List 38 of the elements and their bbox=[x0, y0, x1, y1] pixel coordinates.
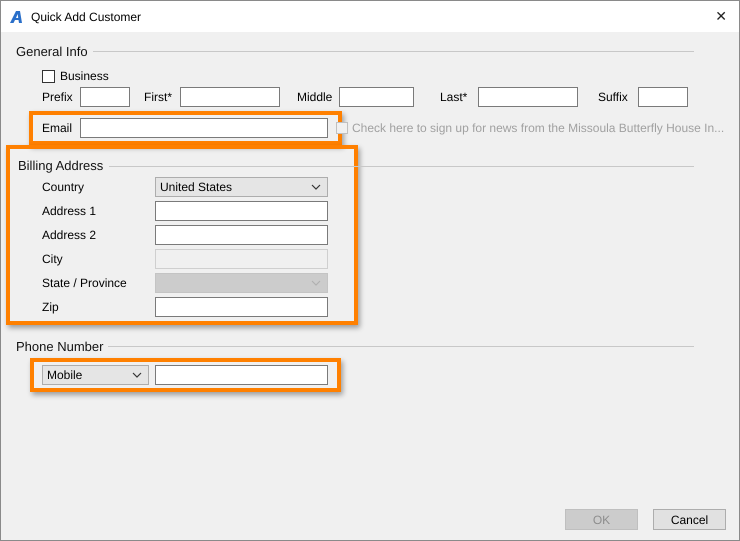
dialog-button[interactable]: Cancel bbox=[653, 509, 726, 530]
input-field[interactable] bbox=[155, 225, 328, 245]
input-field[interactable] bbox=[155, 201, 328, 221]
app-logo-icon bbox=[10, 10, 24, 22]
input-field[interactable] bbox=[478, 87, 578, 107]
checkbox-label: Business bbox=[60, 69, 109, 83]
checkbox-label: Check here to sign up for news from the Missoula Butterfly House In... bbox=[352, 121, 724, 135]
field-label: Suffix bbox=[598, 90, 629, 104]
section-heading: Phone Number bbox=[16, 339, 104, 354]
field-label: State / Province bbox=[42, 276, 128, 290]
field-label: First* bbox=[144, 90, 173, 104]
field-label: Last* bbox=[440, 90, 468, 104]
field-label: Prefix bbox=[42, 90, 74, 104]
input-field[interactable] bbox=[180, 87, 280, 107]
window-title: Quick Add Customer bbox=[31, 10, 142, 24]
field-label: Zip bbox=[42, 300, 60, 314]
field-label: Country bbox=[42, 180, 86, 194]
section-heading: General Info bbox=[16, 44, 88, 59]
dialog-button: OK bbox=[565, 509, 638, 530]
field-label: City bbox=[42, 252, 64, 266]
checkbox[interactable] bbox=[42, 70, 55, 82]
input-field[interactable] bbox=[155, 365, 328, 385]
input-field[interactable] bbox=[80, 87, 130, 107]
input-field[interactable] bbox=[339, 87, 414, 107]
input-field[interactable] bbox=[80, 118, 328, 138]
close-button[interactable]: ✕ bbox=[709, 8, 733, 24]
chevron-icon bbox=[132, 372, 142, 378]
section-heading: Billing Address bbox=[18, 158, 104, 173]
field-label: Address 2 bbox=[42, 228, 98, 242]
dropdown[interactable]: Mobile bbox=[42, 365, 149, 385]
field-label: Email bbox=[42, 121, 74, 135]
field-label: Middle bbox=[297, 90, 334, 104]
input-field[interactable] bbox=[155, 297, 328, 317]
input-field[interactable] bbox=[638, 87, 688, 107]
chevron-icon bbox=[311, 184, 321, 190]
chevron-icon bbox=[311, 280, 321, 286]
dropdown[interactable]: United States bbox=[155, 177, 328, 197]
field-label: Address 1 bbox=[42, 204, 98, 218]
